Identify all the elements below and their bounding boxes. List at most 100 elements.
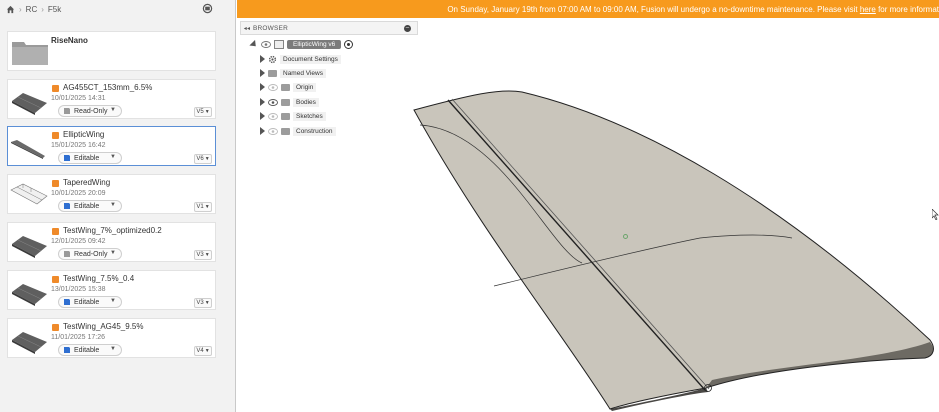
tree-item-label: Document Settings bbox=[280, 54, 341, 64]
breadcrumb-item-f5k[interactable]: F5k bbox=[48, 5, 61, 14]
eye-icon[interactable] bbox=[261, 40, 271, 48]
status-label: Read-Only bbox=[74, 107, 108, 115]
eye-icon[interactable] bbox=[268, 98, 278, 106]
design-cube-icon bbox=[52, 228, 59, 235]
expand-arrow-icon[interactable] bbox=[260, 69, 265, 77]
version-dropdown[interactable]: V5 ▼ bbox=[194, 107, 212, 117]
tree-item-bodies[interactable]: Bodies bbox=[260, 96, 319, 108]
status-dropdown[interactable]: Editable ▼ bbox=[58, 344, 122, 356]
file-name: TestWing_7.5%_0.4 bbox=[63, 274, 135, 283]
eye-hidden-icon[interactable] bbox=[268, 112, 278, 120]
version-dropdown[interactable]: V4 ▼ bbox=[194, 346, 212, 356]
breadcrumb-separator: › bbox=[41, 4, 44, 14]
chevron-down-icon: ▼ bbox=[204, 348, 210, 354]
banner-link[interactable]: here bbox=[860, 5, 876, 14]
file-name: AG455CT_153mm_6.5% bbox=[63, 83, 153, 92]
version-dropdown[interactable]: V1 ▼ bbox=[194, 202, 212, 212]
mouse-cursor-icon bbox=[932, 209, 939, 220]
expand-arrow-icon[interactable] bbox=[249, 39, 259, 49]
file-card[interactable]: TaperedWing 10/01/2025 20:09 Editable ▼ … bbox=[7, 174, 216, 214]
tree-item-label: Sketches bbox=[293, 111, 326, 121]
version-label: V6 bbox=[196, 156, 204, 162]
banner-suffix: for more informat bbox=[875, 4, 939, 14]
file-thumbnail bbox=[12, 284, 47, 306]
eye-hidden-icon[interactable] bbox=[268, 127, 278, 135]
minimize-icon[interactable]: – bbox=[404, 25, 411, 32]
chevron-down-icon: ▼ bbox=[110, 346, 116, 352]
version-dropdown[interactable]: V3 ▼ bbox=[194, 250, 212, 260]
gear-icon bbox=[268, 55, 277, 63]
status-dropdown[interactable]: Read-Only ▼ bbox=[58, 248, 122, 260]
maintenance-banner: On Sunday, January 19th from 07:00 AM to… bbox=[237, 0, 939, 18]
activate-target-icon[interactable] bbox=[344, 39, 354, 49]
expand-arrow-icon[interactable] bbox=[260, 55, 265, 63]
file-thumbnail bbox=[12, 236, 47, 258]
read-only-icon bbox=[64, 108, 70, 114]
file-date: 10/01/2025 14:31 bbox=[51, 95, 106, 102]
browser-panel: ◂◂ BROWSER – EllipticWing v6 Document Se… bbox=[240, 21, 418, 139]
eye-hidden-icon[interactable] bbox=[268, 83, 278, 91]
status-label: Read-Only bbox=[74, 250, 108, 258]
tree-item-construction[interactable]: Construction bbox=[260, 125, 336, 137]
root-component-label[interactable]: EllipticWing v6 bbox=[287, 39, 342, 49]
expand-arrow-icon[interactable] bbox=[260, 127, 265, 135]
chevron-down-icon: ▼ bbox=[110, 298, 116, 304]
breadcrumb: › RC › F5k bbox=[0, 0, 236, 18]
version-label: V3 bbox=[196, 252, 204, 258]
browser-title: BROWSER bbox=[253, 24, 288, 32]
design-cube-icon bbox=[52, 85, 59, 92]
file-date: 10/01/2025 20:09 bbox=[51, 190, 106, 197]
expand-arrow-icon[interactable] bbox=[260, 112, 265, 120]
version-dropdown[interactable]: V6 ▼ bbox=[194, 154, 212, 164]
expand-arrow-icon[interactable] bbox=[260, 83, 265, 91]
chevron-down-icon: ▼ bbox=[110, 107, 116, 113]
chevron-down-icon: ▼ bbox=[204, 204, 210, 210]
home-icon[interactable] bbox=[6, 5, 15, 14]
file-thumbnail bbox=[12, 93, 47, 115]
tree-item-named-views[interactable]: Named Views bbox=[260, 67, 326, 79]
chevron-down-icon: ▼ bbox=[204, 156, 210, 162]
tree-item-sketches[interactable]: Sketches bbox=[260, 110, 326, 122]
expand-arrow-icon[interactable] bbox=[260, 98, 265, 106]
tree-item-origin[interactable]: Origin bbox=[260, 81, 317, 93]
version-dropdown[interactable]: V3 ▼ bbox=[194, 298, 212, 308]
tree-item-label: Bodies bbox=[293, 97, 319, 107]
file-name: EllipticWing bbox=[63, 130, 105, 139]
folder-card-risenano[interactable]: RiseNano bbox=[7, 31, 216, 71]
version-label: V5 bbox=[196, 109, 204, 115]
editable-icon bbox=[64, 347, 70, 353]
status-dropdown[interactable]: Editable ▼ bbox=[58, 296, 122, 308]
file-date: 13/01/2025 15:38 bbox=[51, 286, 106, 293]
version-label: V4 bbox=[196, 348, 204, 354]
folder-icon bbox=[281, 98, 290, 106]
folder-icon bbox=[12, 42, 48, 65]
tree-item-label: Named Views bbox=[280, 68, 326, 78]
status-label: Editable bbox=[74, 298, 100, 306]
file-thumbnail bbox=[11, 140, 45, 159]
sync-icon[interactable] bbox=[202, 3, 213, 14]
status-dropdown[interactable]: Read-Only ▼ bbox=[58, 105, 122, 117]
collapse-panel-icon[interactable]: ◂◂ bbox=[241, 25, 253, 32]
file-name: TestWing_AG45_9.5% bbox=[63, 322, 144, 331]
breadcrumb-item-rc[interactable]: RC bbox=[26, 5, 38, 14]
chevron-down-icon: ▼ bbox=[204, 300, 210, 306]
chevron-down-icon: ▼ bbox=[204, 109, 210, 115]
file-card[interactable]: TestWing_7.5%_0.4 13/01/2025 15:38 Edita… bbox=[7, 270, 216, 310]
file-card[interactable]: TestWing_AG45_9.5% 11/01/2025 17:26 Edit… bbox=[7, 318, 216, 358]
file-card[interactable]: TestWing_7%_optimized0.2 12/01/2025 09:4… bbox=[7, 222, 216, 262]
folder-icon bbox=[268, 69, 277, 77]
status-label: Editable bbox=[74, 346, 100, 354]
tree-root[interactable]: EllipticWing v6 bbox=[249, 38, 354, 50]
tree-item-document-settings[interactable]: Document Settings bbox=[260, 53, 341, 65]
editable-icon bbox=[64, 155, 70, 161]
file-card-selected[interactable]: EllipticWing 15/01/2025 16:42 Editable ▼… bbox=[7, 126, 216, 166]
chevron-down-icon: ▼ bbox=[110, 154, 116, 160]
status-dropdown[interactable]: Editable ▼ bbox=[58, 152, 122, 164]
file-date: 11/01/2025 17:26 bbox=[51, 334, 105, 341]
status-dropdown[interactable]: Editable ▼ bbox=[58, 200, 122, 212]
read-only-icon bbox=[64, 251, 70, 257]
file-card[interactable]: AG455CT_153mm_6.5% 10/01/2025 14:31 Read… bbox=[7, 79, 216, 119]
banner-message: On Sunday, January 19th from 07:00 AM to… bbox=[447, 4, 860, 14]
browser-header: ◂◂ BROWSER – bbox=[240, 21, 418, 35]
document-icon bbox=[274, 39, 284, 49]
